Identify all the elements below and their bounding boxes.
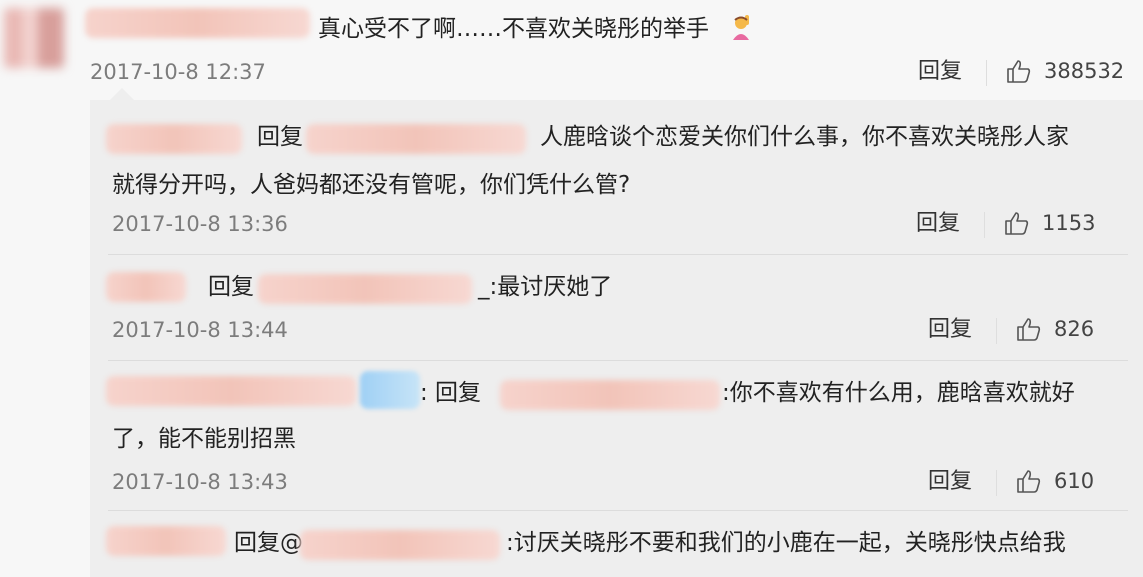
reply-button[interactable]: 回复 bbox=[916, 210, 960, 238]
like-count: 1153 bbox=[1042, 211, 1096, 235]
reply-prefix: 回复@ bbox=[234, 530, 303, 556]
reply-prefix: 回复 bbox=[257, 124, 303, 150]
avatar[interactable] bbox=[4, 8, 64, 68]
reply-username-blurred[interactable] bbox=[106, 272, 186, 302]
reply-button[interactable]: 回复 bbox=[918, 58, 962, 86]
mentioned-user-blurred[interactable] bbox=[258, 274, 472, 304]
like-button[interactable]: 610 bbox=[1016, 466, 1094, 496]
like-button[interactable]: 826 bbox=[1016, 314, 1094, 344]
emoji-blurred bbox=[360, 371, 420, 409]
reply-divider bbox=[108, 360, 1128, 361]
reply-text-line2: 了，能不能别招黑 bbox=[112, 426, 296, 452]
divider bbox=[996, 470, 997, 496]
divider bbox=[986, 60, 987, 86]
divider bbox=[984, 212, 985, 238]
raising-hand-emoji bbox=[733, 15, 749, 40]
reply-text-line1: 人鹿晗谈个恋爱关你们什么事，你不喜欢关晓彤人家 bbox=[540, 124, 1069, 150]
reply-username-blurred[interactable] bbox=[106, 124, 242, 154]
reply-prefix: : 回复 bbox=[420, 380, 482, 406]
reply-text-line1: :讨厌关晓彤不要和我们的小鹿在一起，关晓彤快点给我 bbox=[506, 530, 1066, 556]
like-count: 610 bbox=[1054, 469, 1095, 493]
thumbs-up-icon bbox=[1007, 60, 1031, 83]
mentioned-user-blurred[interactable] bbox=[500, 380, 720, 410]
comment-text: 真心受不了啊……不喜欢关晓彤的举手 bbox=[318, 16, 709, 42]
thumbs-up-icon bbox=[1017, 318, 1041, 341]
thumbs-up-icon bbox=[1017, 470, 1041, 493]
thumbs-up-icon bbox=[1005, 212, 1029, 235]
reply-divider bbox=[108, 254, 1128, 255]
reply-prefix: 回复 bbox=[208, 274, 254, 300]
reply-username-blurred[interactable] bbox=[106, 376, 356, 406]
like-button[interactable]: 1153 bbox=[1004, 208, 1095, 238]
reply-text-line2: 就得分开吗，人爸妈都还没有管呢，你们凭什么管? bbox=[112, 172, 631, 198]
reply-timestamp: 2017-10-8 13:44 bbox=[112, 318, 288, 342]
like-button[interactable]: 388532 bbox=[1006, 56, 1124, 86]
reply-timestamp: 2017-10-8 13:43 bbox=[112, 470, 288, 494]
reply-divider bbox=[108, 510, 1128, 511]
like-count: 388532 bbox=[1044, 59, 1125, 83]
reply-text-line1: :你不喜欢有什么用，鹿晗喜欢就好 bbox=[722, 380, 1075, 406]
mentioned-user-blurred[interactable] bbox=[306, 124, 526, 154]
panel-notch bbox=[110, 88, 134, 100]
like-count: 826 bbox=[1054, 317, 1095, 341]
reply-button[interactable]: 回复 bbox=[928, 468, 972, 496]
mentioned-user-blurred[interactable] bbox=[300, 530, 500, 560]
reply-button[interactable]: 回复 bbox=[928, 316, 972, 344]
reply-username-blurred[interactable] bbox=[106, 526, 226, 556]
comment-timestamp: 2017-10-8 12:37 bbox=[90, 60, 266, 84]
username-blurred[interactable] bbox=[85, 8, 310, 38]
reply-text-line1: _:最讨厌她了 bbox=[478, 274, 613, 300]
divider bbox=[996, 318, 997, 344]
reply-timestamp: 2017-10-8 13:36 bbox=[112, 212, 288, 236]
